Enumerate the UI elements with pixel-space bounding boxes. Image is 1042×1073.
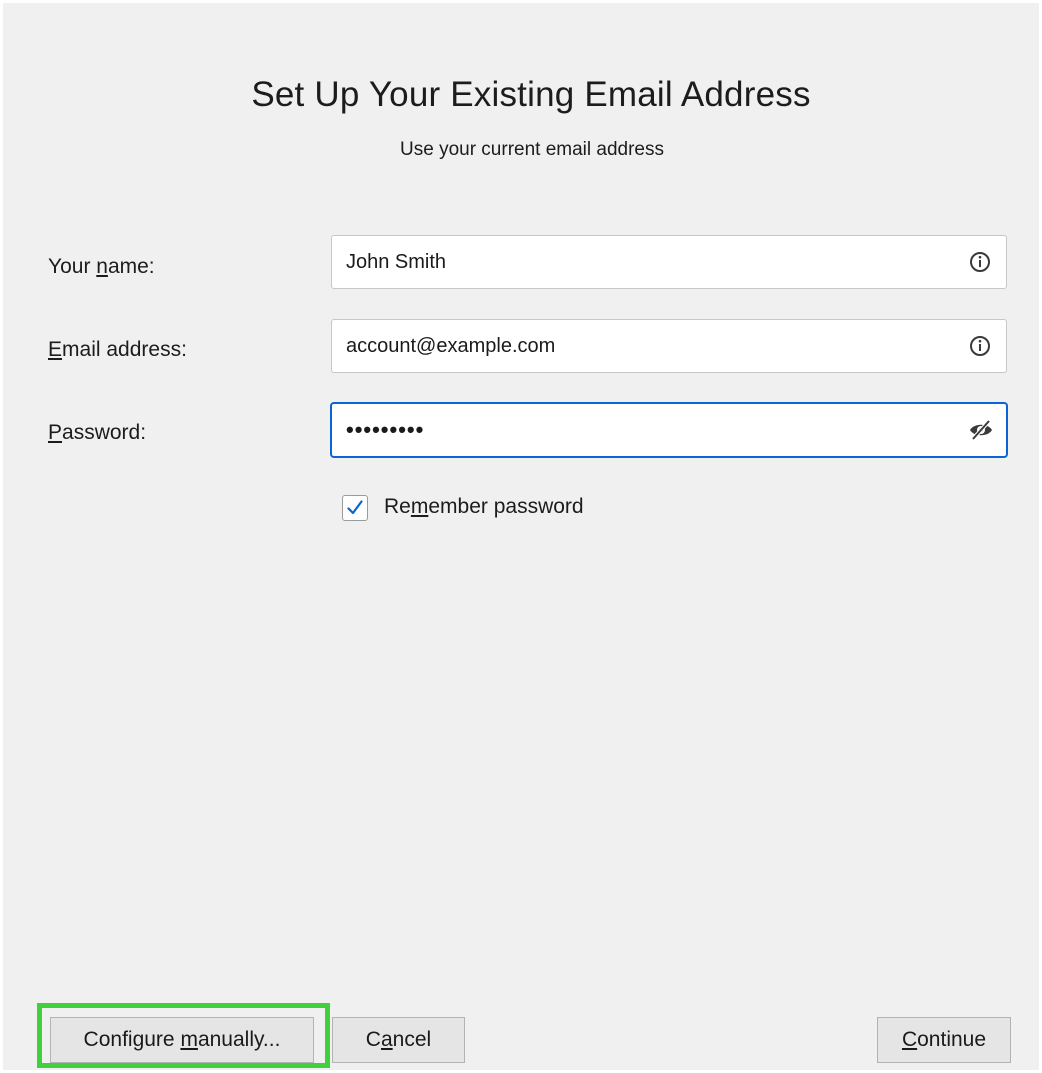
info-icon[interactable] xyxy=(968,334,992,358)
dialog-subtitle: Use your current email address xyxy=(400,139,664,160)
remember-password-label[interactable]: Remember password xyxy=(384,495,584,519)
password-label-accesskey: P xyxy=(48,421,63,444)
cancel-button[interactable]: Cancel xyxy=(332,1017,465,1063)
email-input[interactable] xyxy=(346,320,946,372)
configure-manually-button[interactable]: Configure manually... xyxy=(50,1017,314,1063)
dialog-title: Set Up Your Existing Email Address xyxy=(251,75,811,114)
name-input[interactable] xyxy=(346,236,946,288)
email-label-accesskey: E xyxy=(48,338,63,361)
remember-label-accesskey: m xyxy=(410,495,429,518)
password-field[interactable] xyxy=(331,403,1007,457)
eye-slash-icon[interactable] xyxy=(968,418,992,442)
continue-button[interactable]: Continue xyxy=(877,1017,1011,1063)
password-input[interactable] xyxy=(346,404,946,456)
name-field[interactable] xyxy=(331,235,1007,289)
name-label-accesskey: n xyxy=(96,255,108,278)
info-icon[interactable] xyxy=(968,250,992,274)
password-label: Password: xyxy=(48,421,147,444)
name-label: Your name: xyxy=(48,255,155,278)
checkmark-icon xyxy=(347,500,363,515)
email-label: Email address: xyxy=(48,338,187,361)
email-field[interactable] xyxy=(331,319,1007,373)
account-setup-dialog: Set Up Your Existing Email Address Use y… xyxy=(3,3,1039,1070)
remember-password-checkbox[interactable] xyxy=(342,495,368,521)
